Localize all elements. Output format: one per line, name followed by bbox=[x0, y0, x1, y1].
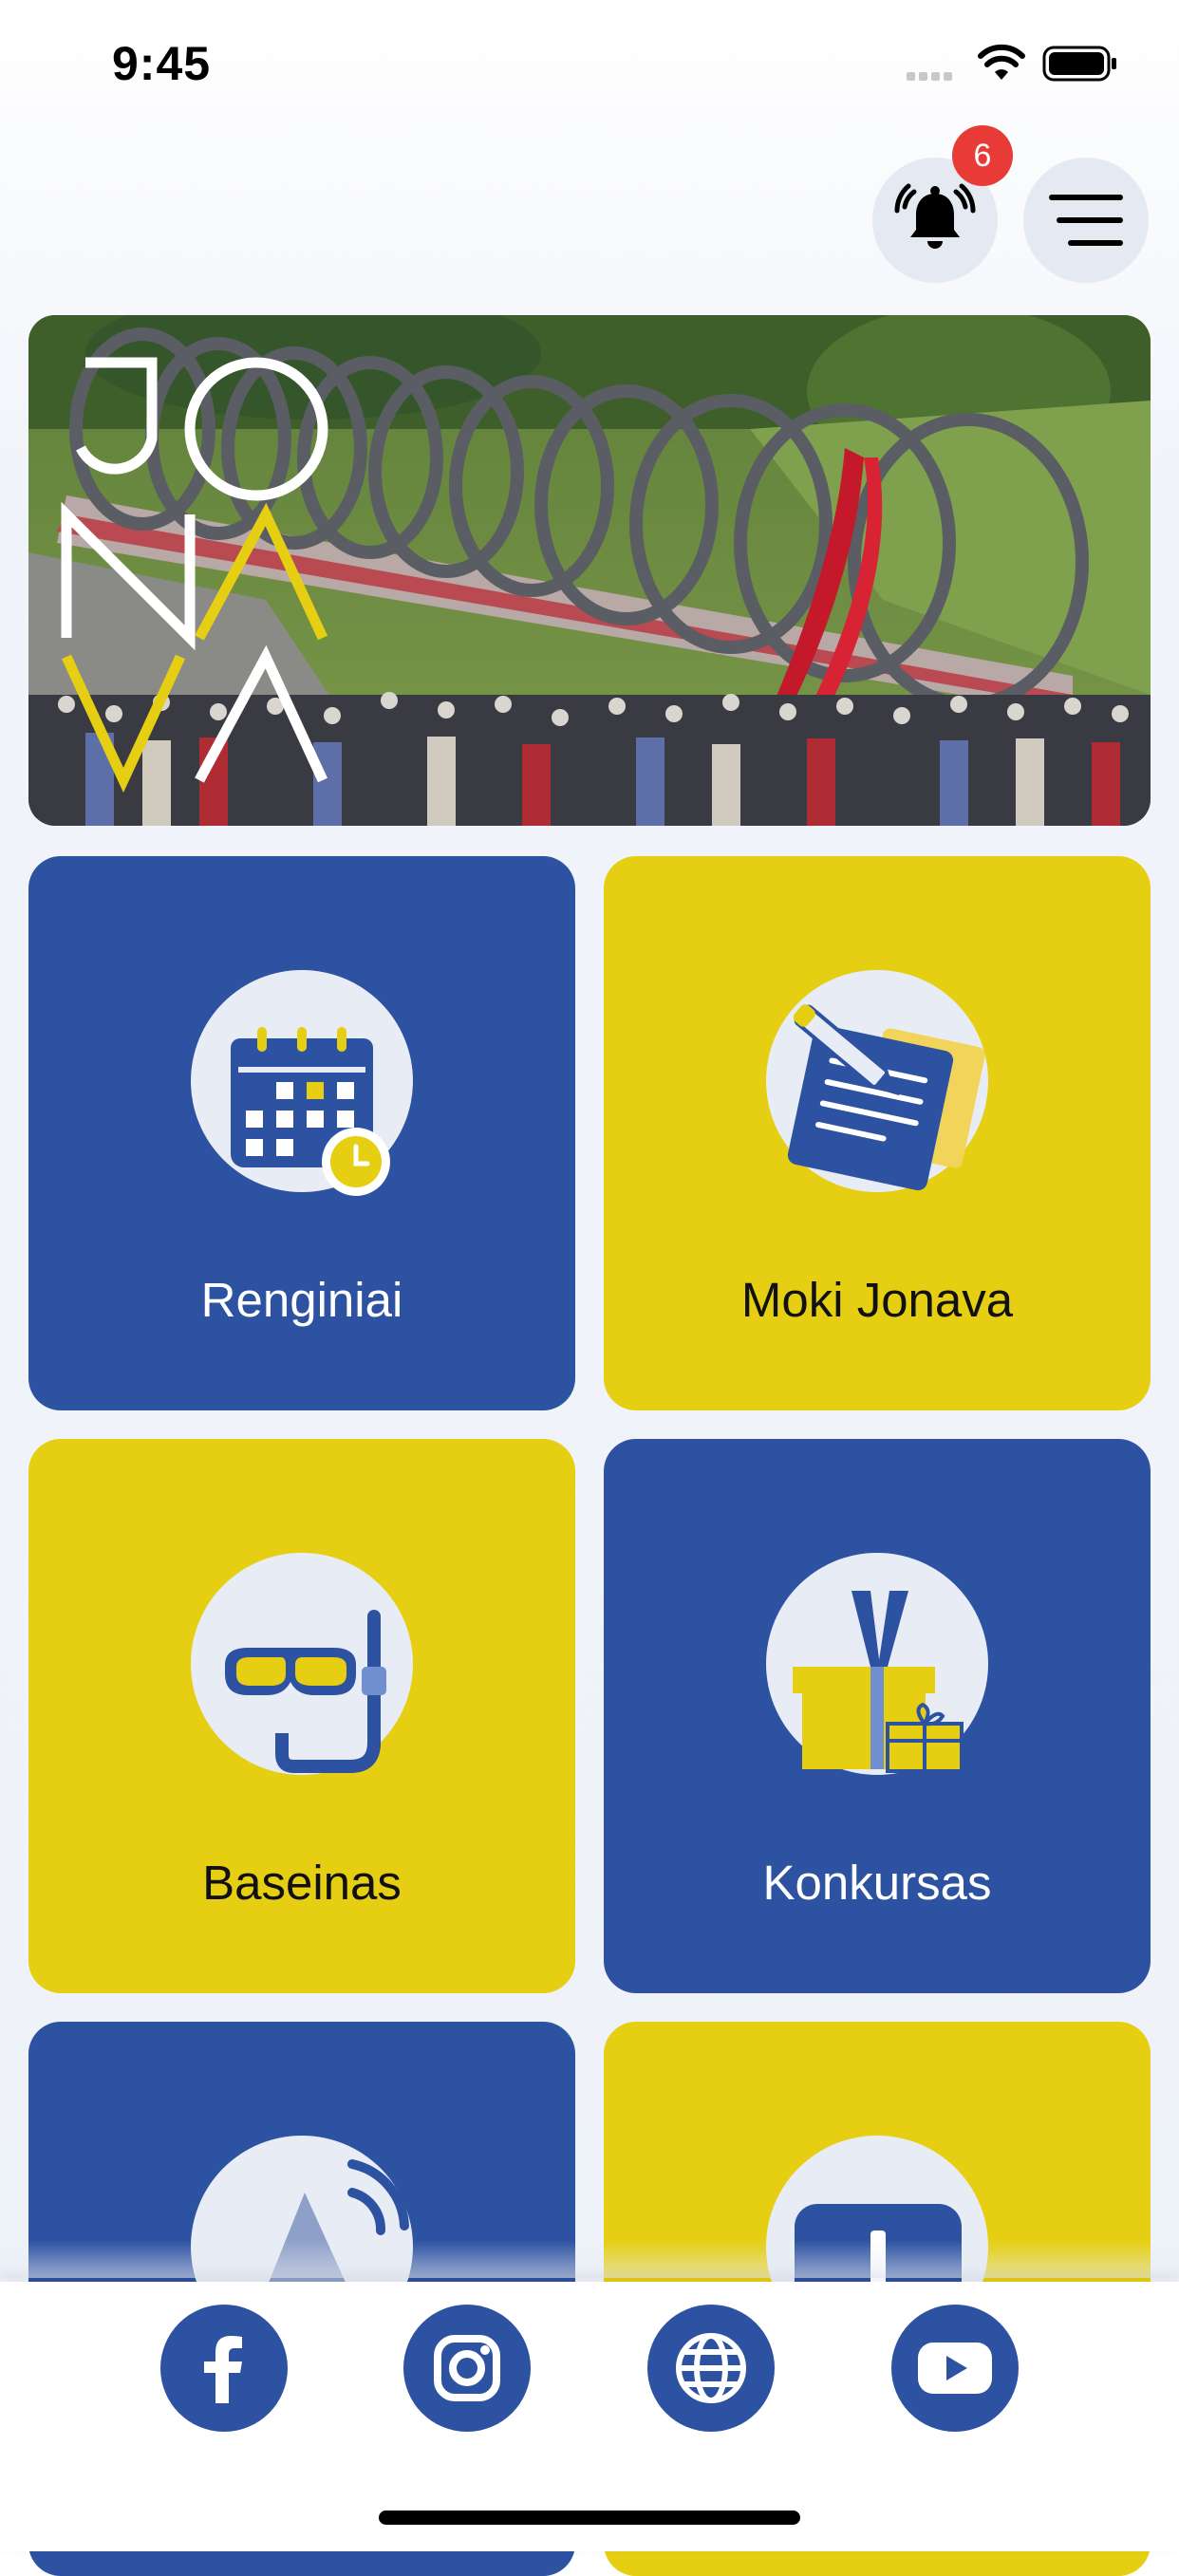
website-button[interactable] bbox=[647, 2305, 775, 2432]
menu-button[interactable] bbox=[1023, 158, 1149, 283]
youtube-icon bbox=[918, 2343, 992, 2394]
gift-icon bbox=[793, 1591, 964, 1773]
globe-icon bbox=[676, 2333, 746, 2403]
calendar-icon bbox=[231, 1027, 390, 1196]
notification-count-badge: 6 bbox=[952, 125, 1013, 186]
tile-label: Renginiai bbox=[200, 1273, 403, 1327]
home-indicator[interactable] bbox=[379, 2511, 800, 2525]
battery-icon bbox=[1042, 46, 1116, 82]
menu-icon bbox=[1049, 195, 1123, 246]
tile-moki-jonava[interactable]: Moki Jonava bbox=[604, 856, 1151, 1410]
tile-label: Konkursas bbox=[762, 1856, 992, 1910]
note-pencil-icon bbox=[787, 1004, 985, 1191]
instagram-button[interactable] bbox=[403, 2305, 531, 2432]
tile-baseinas[interactable]: Baseinas bbox=[28, 1439, 575, 1993]
tile-icon-disc bbox=[191, 1553, 413, 1775]
snorkel-mask-icon bbox=[225, 1610, 386, 1773]
status-time: 9:45 bbox=[112, 37, 212, 90]
tile-label: Moki Jonava bbox=[740, 1273, 1014, 1327]
wifi-icon bbox=[978, 44, 1025, 80]
scroll-fade bbox=[0, 2240, 1179, 2278]
instagram-icon bbox=[434, 2335, 500, 2401]
tile-icon-disc bbox=[766, 970, 988, 1192]
facebook-icon bbox=[204, 2336, 242, 2403]
tile-icon-disc bbox=[191, 970, 413, 1196]
tile-konkursas[interactable]: Konkursas bbox=[604, 1439, 1151, 1993]
facebook-button[interactable] bbox=[160, 2305, 288, 2432]
tile-icon-disc bbox=[766, 1553, 988, 1775]
status-bar: 9:45 bbox=[0, 0, 1179, 123]
hero-banner-image bbox=[28, 315, 1151, 826]
youtube-button[interactable] bbox=[891, 2305, 1019, 2432]
tile-label: Baseinas bbox=[202, 1856, 402, 1910]
tile-renginiai[interactable]: Renginiai bbox=[28, 856, 575, 1410]
cellular-signal-icon bbox=[907, 68, 956, 85]
